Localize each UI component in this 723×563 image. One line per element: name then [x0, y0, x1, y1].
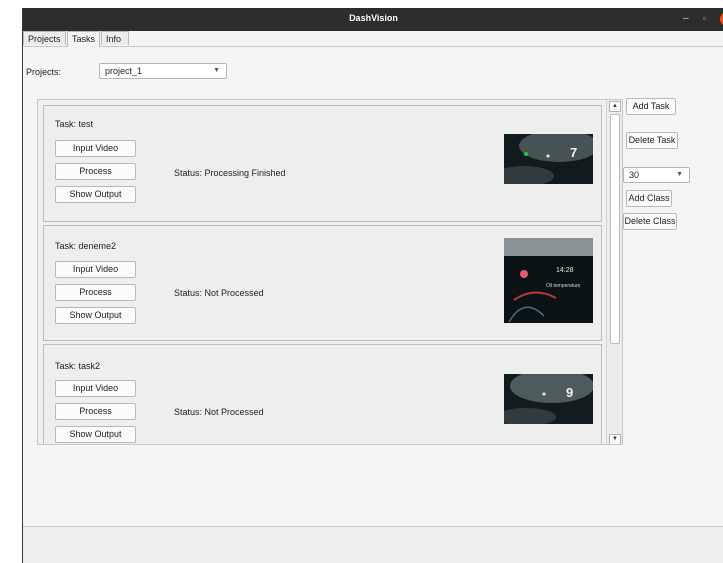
- video-thumbnail: 14:28 Oil temperature: [504, 238, 593, 323]
- tab-projects[interactable]: Projects: [23, 31, 66, 45]
- task-title: Task: deneme2: [55, 241, 117, 251]
- window-title: DashVision: [349, 13, 398, 23]
- delete-task-button[interactable]: Delete Task: [626, 132, 678, 149]
- show-output-button[interactable]: Show Output: [55, 307, 136, 324]
- project-select-value: project_1: [105, 66, 143, 76]
- process-button[interactable]: Process: [55, 403, 136, 420]
- dashboard-image: [504, 374, 593, 424]
- add-task-button[interactable]: Add Task: [626, 98, 676, 115]
- task-title: Task: task2: [55, 361, 101, 371]
- thumbnail-digit: 7: [570, 145, 578, 160]
- input-video-button[interactable]: Input Video: [55, 380, 136, 397]
- minimize-icon[interactable]: –: [683, 12, 689, 26]
- task-status: Status: Not Processed: [174, 407, 264, 417]
- project-select[interactable]: project_1 ▼: [99, 63, 227, 79]
- status-bar: [23, 526, 723, 563]
- thumbnail-digit: 9: [566, 385, 574, 400]
- show-output-button[interactable]: Show Output: [55, 186, 136, 203]
- video-thumbnail: 7: [504, 134, 593, 184]
- task-scroll-area[interactable]: Task: test Input Video Process Show Outp…: [37, 99, 623, 445]
- projects-label: Projects:: [26, 67, 62, 77]
- video-thumbnail: 9: [504, 374, 593, 424]
- process-button[interactable]: Process: [55, 163, 136, 180]
- task-status: Status: Not Processed: [174, 288, 264, 298]
- input-video-button[interactable]: Input Video: [55, 261, 136, 278]
- tab-bar: Projects Tasks Info: [23, 31, 723, 47]
- app-window: DashVision – ▫ Projects Tasks Info Proje…: [22, 8, 723, 563]
- arrow-up-icon[interactable]: ▲: [609, 101, 621, 112]
- dashboard-image: [504, 134, 593, 184]
- task-card: Task: task2 Input Video Process Show Out…: [43, 344, 602, 444]
- class-select[interactable]: 30 ▼: [623, 167, 690, 183]
- input-video-button[interactable]: Input Video: [55, 140, 136, 157]
- vertical-scrollbar[interactable]: ▲ ▼: [606, 100, 622, 444]
- thumbnail-caption: Oil temperature: [546, 283, 581, 289]
- delete-class-button[interactable]: Delete Class: [623, 213, 677, 230]
- process-button[interactable]: Process: [55, 284, 136, 301]
- dashboard-image: [504, 238, 593, 323]
- add-class-button[interactable]: Add Class: [626, 190, 672, 207]
- chevron-down-icon: ▼: [213, 67, 220, 74]
- scrollbar-handle[interactable]: [610, 114, 620, 344]
- maximize-icon[interactable]: ▫: [703, 12, 706, 26]
- task-status: Status: Processing Finished: [174, 168, 286, 178]
- title-bar: DashVision – ▫: [23, 8, 723, 31]
- show-output-button[interactable]: Show Output: [55, 426, 136, 443]
- tab-info[interactable]: Info: [101, 31, 129, 45]
- arrow-down-icon[interactable]: ▼: [609, 434, 621, 444]
- task-card: Task: deneme2 Input Video Process Show O…: [43, 225, 602, 341]
- thumbnail-time: 14:28: [556, 267, 574, 274]
- task-card: Task: test Input Video Process Show Outp…: [43, 105, 602, 222]
- task-title: Task: test: [55, 119, 94, 129]
- class-select-value: 30: [629, 170, 640, 180]
- chevron-down-icon: ▼: [676, 171, 683, 178]
- tab-tasks[interactable]: Tasks: [67, 31, 100, 47]
